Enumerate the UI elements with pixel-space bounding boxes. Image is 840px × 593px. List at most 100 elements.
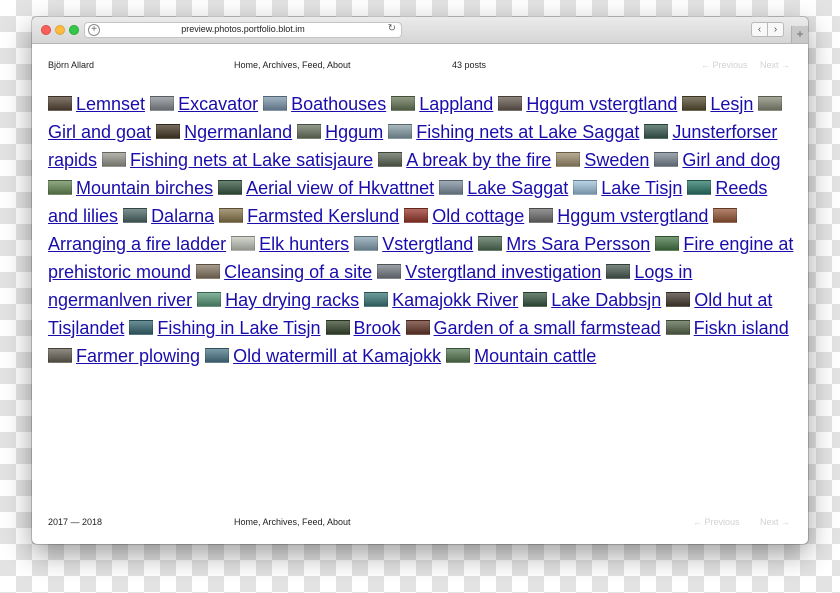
post-item[interactable]: Hggum vstergtland — [529, 206, 708, 226]
post-thumbnail[interactable] — [219, 208, 244, 223]
post-item[interactable]: Farmsted Kerslund — [219, 206, 399, 226]
post-item[interactable]: Kamajokk River — [364, 290, 518, 310]
next-link[interactable]: Next → — [760, 60, 790, 70]
post-item[interactable]: Lesjn — [682, 94, 753, 114]
zoom-window-button[interactable] — [69, 25, 79, 35]
post-thumbnail[interactable] — [405, 320, 430, 335]
post-link[interactable]: Lake Tisjn — [601, 178, 682, 198]
post-link[interactable]: Dalarna — [151, 206, 214, 226]
post-item[interactable]: Vstergtland — [354, 234, 473, 254]
post-link[interactable]: Hggum vstergtland — [526, 94, 677, 114]
post-item[interactable]: Boathouses — [263, 94, 386, 114]
post-link[interactable]: Arranging a fire ladder — [48, 234, 226, 254]
post-thumbnail[interactable] — [529, 208, 554, 223]
post-link[interactable]: Lappland — [419, 94, 493, 114]
post-item[interactable]: Fishing in Lake Tisjn — [129, 318, 320, 338]
post-item[interactable]: Cleansing of a site — [196, 262, 372, 282]
post-link[interactable]: Farmsted Kerslund — [247, 206, 399, 226]
post-item[interactable]: Lake Tisjn — [573, 178, 682, 198]
post-item[interactable]: Vstergtland investigation — [377, 262, 601, 282]
post-thumbnail[interactable] — [388, 124, 413, 139]
post-link[interactable]: Fishing nets at Lake Saggat — [416, 122, 639, 142]
post-link[interactable]: Garden of a small farmstead — [434, 318, 661, 338]
close-window-button[interactable] — [41, 25, 51, 35]
post-thumbnail[interactable] — [156, 124, 181, 139]
post-link[interactable]: Old watermill at Kamajokk — [233, 346, 441, 366]
post-item[interactable]: Mrs Sara Persson — [478, 234, 650, 254]
post-item[interactable]: Garden of a small farmstead — [405, 318, 661, 338]
post-item[interactable]: Fishing nets at Lake Saggat — [388, 122, 639, 142]
footer-previous-link[interactable]: ← Previous — [693, 517, 740, 527]
post-thumbnail[interactable] — [150, 96, 175, 111]
post-link[interactable]: Fishing in Lake Tisjn — [157, 318, 320, 338]
post-thumbnail[interactable] — [446, 348, 471, 363]
back-button[interactable]: ‹ — [751, 22, 768, 37]
post-item[interactable]: Farmer plowing — [48, 346, 200, 366]
post-thumbnail[interactable] — [404, 208, 429, 223]
post-item[interactable]: Hay drying racks — [197, 290, 359, 310]
post-link[interactable]: Girl and dog — [682, 150, 780, 170]
post-item[interactable]: Mountain cattle — [446, 346, 596, 366]
post-thumbnail[interactable] — [556, 152, 581, 167]
post-item[interactable]: Elk hunters — [231, 234, 349, 254]
post-item[interactable]: Brook — [325, 318, 401, 338]
post-thumbnail[interactable] — [48, 96, 72, 111]
post-thumbnail[interactable] — [644, 124, 669, 139]
post-link[interactable]: Mountain cattle — [474, 346, 596, 366]
post-link[interactable]: Hay drying racks — [225, 290, 359, 310]
post-link[interactable]: Hggum — [325, 122, 383, 142]
post-thumbnail[interactable] — [48, 348, 72, 363]
post-link[interactable]: Old cottage — [432, 206, 524, 226]
previous-link[interactable]: ← Previous — [701, 60, 748, 70]
post-thumbnail[interactable] — [665, 320, 690, 335]
post-thumbnail[interactable] — [196, 264, 221, 279]
address-bar[interactable]: + preview.photos.portfolio.blot.im ↻ — [84, 22, 402, 38]
post-thumbnail[interactable] — [297, 124, 322, 139]
post-link[interactable]: Excavator — [178, 94, 258, 114]
post-thumbnail[interactable] — [682, 96, 707, 111]
footer-nav-links[interactable]: Home, Archives, Feed, About — [234, 517, 351, 527]
post-thumbnail[interactable] — [129, 320, 154, 335]
post-item[interactable]: Excavator — [150, 94, 258, 114]
post-thumbnail[interactable] — [606, 264, 631, 279]
post-item[interactable]: Lake Dabbsjn — [523, 290, 661, 310]
post-thumbnail[interactable] — [573, 180, 598, 195]
post-thumbnail[interactable] — [364, 292, 389, 307]
post-item[interactable]: Lake Saggat — [439, 178, 568, 198]
post-item[interactable]: A break by the fire — [378, 150, 551, 170]
post-link[interactable]: Farmer plowing — [76, 346, 200, 366]
footer-next-link[interactable]: Next → — [760, 517, 790, 527]
post-item[interactable]: Dalarna — [123, 206, 214, 226]
post-thumbnail[interactable] — [655, 236, 680, 251]
post-thumbnail[interactable] — [523, 292, 548, 307]
post-thumbnail[interactable] — [48, 180, 72, 195]
post-link[interactable]: A break by the fire — [406, 150, 551, 170]
post-item[interactable]: Girl and dog — [654, 150, 780, 170]
reload-icon[interactable]: ↻ — [388, 23, 396, 34]
post-thumbnail[interactable] — [377, 264, 402, 279]
post-thumbnail[interactable] — [687, 180, 712, 195]
post-thumbnail[interactable] — [666, 292, 691, 307]
site-name[interactable]: Björn Allard — [48, 60, 94, 70]
post-item[interactable]: Lemnset — [48, 94, 145, 114]
new-tab-button[interactable]: + — [791, 26, 808, 43]
post-item[interactable]: Old cottage — [404, 206, 524, 226]
post-link[interactable]: Boathouses — [291, 94, 386, 114]
post-link[interactable]: Ngermanland — [184, 122, 292, 142]
post-thumbnail[interactable] — [197, 292, 222, 307]
post-thumbnail[interactable] — [478, 236, 503, 251]
post-thumbnail[interactable] — [354, 236, 379, 251]
post-thumbnail[interactable] — [218, 180, 243, 195]
post-thumbnail[interactable] — [102, 152, 127, 167]
post-link[interactable]: Brook — [354, 318, 401, 338]
post-item[interactable]: Lappland — [391, 94, 493, 114]
post-item[interactable]: Old watermill at Kamajokk — [205, 346, 441, 366]
post-link[interactable]: Sweden — [584, 150, 649, 170]
post-thumbnail[interactable] — [758, 96, 783, 111]
post-link[interactable]: Lake Saggat — [467, 178, 568, 198]
post-link[interactable]: Fishing nets at Lake satisjaure — [130, 150, 373, 170]
post-thumbnail[interactable] — [231, 236, 256, 251]
post-link[interactable]: Lake Dabbsjn — [551, 290, 661, 310]
post-item[interactable]: Hggum vstergtland — [498, 94, 677, 114]
post-item[interactable]: Mountain birches — [48, 178, 213, 198]
